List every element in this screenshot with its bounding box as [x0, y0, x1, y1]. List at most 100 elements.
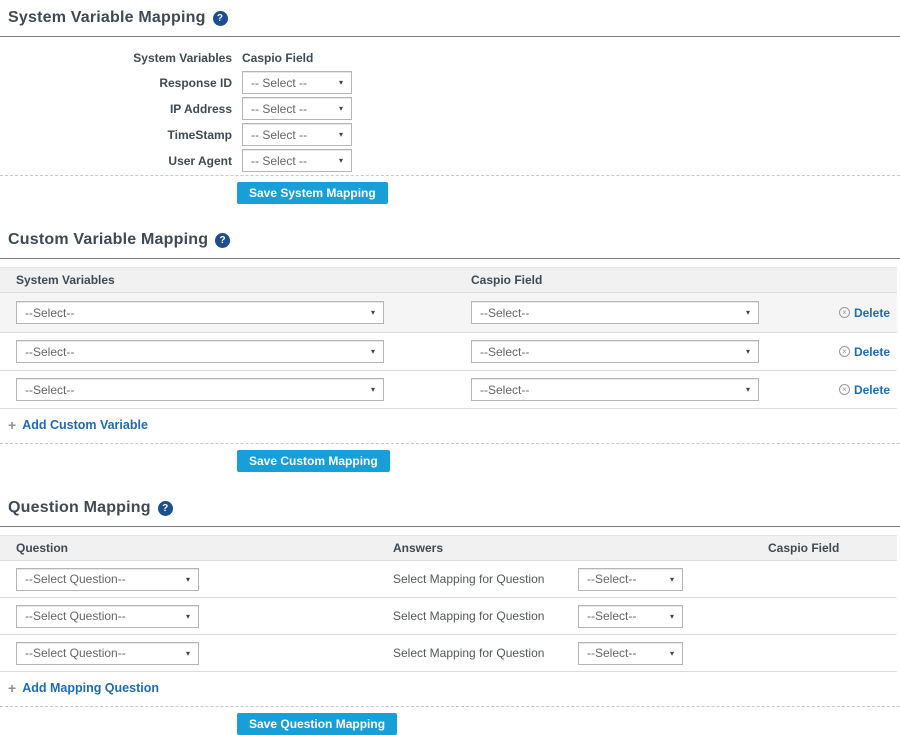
add-custom-variable-link[interactable]: + Add Custom Variable — [8, 417, 148, 433]
table-row: Response ID -- Select -- ▾ — [0, 71, 900, 94]
custom-system-variable-select[interactable]: --Select-- ▾ — [16, 301, 384, 324]
section-divider — [0, 526, 900, 527]
custom-variables-table: System Variables Caspio Field --Select--… — [0, 267, 897, 409]
custom-caspio-field-select[interactable]: --Select-- ▾ — [471, 340, 759, 363]
select-value: --Select Question-- — [25, 572, 126, 586]
answer-mapping-label: Select Mapping for Question — [393, 609, 578, 623]
select-value: --Select-- — [587, 609, 636, 623]
system-variable-mapping-section: System Variable Mapping ? System Variabl… — [0, 8, 900, 204]
chevron-down-icon: ▾ — [339, 156, 343, 165]
select-value: --Select-- — [25, 383, 74, 397]
select-value: --Select Question-- — [25, 646, 126, 660]
select-value: --Select Question-- — [25, 609, 126, 623]
chevron-down-icon: ▾ — [746, 308, 750, 317]
dashed-divider — [0, 443, 900, 444]
delete-circle-icon: × — [839, 384, 850, 395]
column-header-answers: Answers — [377, 541, 752, 555]
table-row: --Select Question-- ▾ Select Mapping for… — [0, 561, 897, 598]
row-label-ip-address: IP Address — [0, 102, 232, 116]
delete-label: Delete — [854, 383, 890, 397]
delete-row-link[interactable]: × Delete — [839, 383, 890, 397]
answer-mapping-label: Select Mapping for Question — [393, 646, 578, 660]
help-icon[interactable]: ? — [158, 501, 173, 516]
chevron-down-icon: ▾ — [186, 612, 190, 621]
table-row: --Select-- ▾ --Select-- ▾ × Delete — [0, 293, 897, 333]
select-value: --Select-- — [480, 345, 529, 359]
table-row: --Select-- ▾ --Select-- ▾ × Delete — [0, 371, 897, 409]
ip-address-select[interactable]: -- Select -- ▾ — [242, 97, 352, 120]
question-mapping-section: Question Mapping ? Question Answers Casp… — [0, 498, 900, 735]
system-section-title: System Variable Mapping ? — [8, 8, 900, 28]
chevron-down-icon: ▾ — [670, 575, 674, 584]
select-value: -- Select -- — [251, 128, 307, 142]
column-header-caspio-field: Caspio Field — [752, 541, 897, 555]
question-table-header: Question Answers Caspio Field — [0, 535, 897, 561]
column-header-caspio-field: Caspio Field — [242, 51, 352, 65]
chevron-down-icon: ▾ — [339, 104, 343, 113]
answer-mapping-select[interactable]: --Select-- ▾ — [578, 605, 683, 628]
select-value: -- Select -- — [251, 154, 307, 168]
answer-mapping-label: Select Mapping for Question — [393, 572, 578, 586]
question-select[interactable]: --Select Question-- ▾ — [16, 605, 199, 628]
answer-mapping-select[interactable]: --Select-- ▾ — [578, 568, 683, 591]
column-header-question: Question — [0, 541, 377, 555]
user-agent-select[interactable]: -- Select -- ▾ — [242, 149, 352, 172]
section-divider — [0, 258, 900, 259]
custom-variable-mapping-section: Custom Variable Mapping ? System Variabl… — [0, 230, 900, 472]
section-divider — [0, 36, 900, 37]
custom-caspio-field-select[interactable]: --Select-- ▾ — [471, 378, 759, 401]
dashed-divider — [0, 706, 900, 707]
question-mapping-table: Question Answers Caspio Field --Select Q… — [0, 535, 897, 672]
custom-system-variable-select[interactable]: --Select-- ▾ — [16, 340, 384, 363]
row-label-user-agent: User Agent — [0, 154, 232, 168]
answer-mapping-select[interactable]: --Select-- ▾ — [578, 642, 683, 665]
save-custom-mapping-button[interactable]: Save Custom Mapping — [237, 450, 390, 472]
custom-caspio-field-select[interactable]: --Select-- ▾ — [471, 301, 759, 324]
column-header-caspio-field: Caspio Field — [471, 273, 817, 287]
custom-table-header: System Variables Caspio Field — [0, 267, 897, 293]
save-system-mapping-button[interactable]: Save System Mapping — [237, 182, 388, 204]
help-icon[interactable]: ? — [213, 11, 228, 26]
question-select[interactable]: --Select Question-- ▾ — [16, 568, 199, 591]
select-value: --Select-- — [587, 572, 636, 586]
custom-section-title: Custom Variable Mapping ? — [8, 230, 900, 250]
question-select[interactable]: --Select Question-- ▾ — [16, 642, 199, 665]
column-header-system-variables: System Variables — [0, 273, 471, 287]
select-value: -- Select -- — [251, 102, 307, 116]
chevron-down-icon: ▾ — [186, 649, 190, 658]
delete-label: Delete — [854, 345, 890, 359]
row-label-timestamp: TimeStamp — [0, 128, 232, 142]
row-label-response-id: Response ID — [0, 76, 232, 90]
table-row: IP Address -- Select -- ▾ — [0, 97, 900, 120]
plus-icon: + — [8, 418, 16, 432]
dashed-divider — [0, 175, 900, 176]
delete-row-link[interactable]: × Delete — [839, 306, 890, 320]
help-icon[interactable]: ? — [215, 233, 230, 248]
column-header-system-variables: System Variables — [0, 51, 232, 65]
chevron-down-icon: ▾ — [670, 649, 674, 658]
add-mapping-question-link[interactable]: + Add Mapping Question — [8, 680, 159, 696]
chevron-down-icon: ▾ — [371, 308, 375, 317]
select-value: --Select-- — [480, 306, 529, 320]
custom-system-variable-select[interactable]: --Select-- ▾ — [16, 378, 384, 401]
chevron-down-icon: ▾ — [670, 612, 674, 621]
system-variables-table: System Variables Caspio Field Response I… — [0, 47, 900, 172]
delete-row-link[interactable]: × Delete — [839, 345, 890, 359]
chevron-down-icon: ▾ — [339, 78, 343, 87]
plus-icon: + — [8, 681, 16, 695]
system-section-title-text: System Variable Mapping — [8, 9, 206, 27]
table-row: --Select-- ▾ --Select-- ▾ × Delete — [0, 333, 897, 371]
delete-label: Delete — [854, 306, 890, 320]
table-row: --Select Question-- ▾ Select Mapping for… — [0, 635, 897, 672]
table-row: TimeStamp -- Select -- ▾ — [0, 123, 900, 146]
select-value: --Select-- — [25, 306, 74, 320]
select-value: --Select-- — [480, 383, 529, 397]
delete-circle-icon: × — [839, 346, 850, 357]
chevron-down-icon: ▾ — [746, 385, 750, 394]
save-question-mapping-button[interactable]: Save Question Mapping — [237, 713, 397, 735]
table-row: --Select Question-- ▾ Select Mapping for… — [0, 598, 897, 635]
delete-circle-icon: × — [839, 307, 850, 318]
timestamp-select[interactable]: -- Select -- ▾ — [242, 123, 352, 146]
response-id-select[interactable]: -- Select -- ▾ — [242, 71, 352, 94]
custom-section-title-text: Custom Variable Mapping — [8, 231, 208, 249]
